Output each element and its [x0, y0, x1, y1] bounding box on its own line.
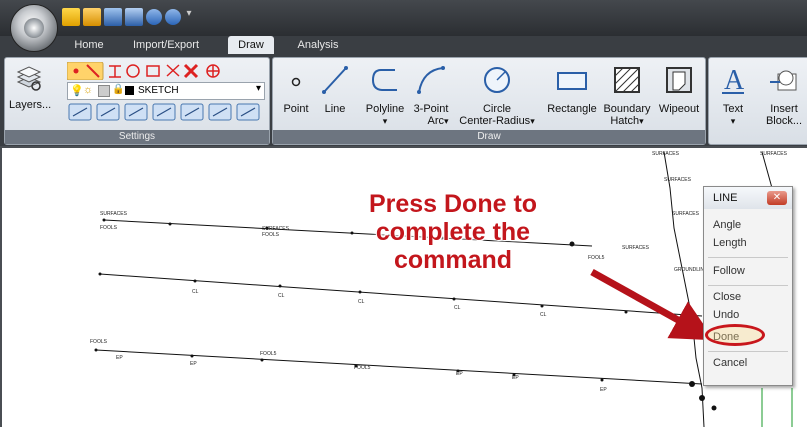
instruction-callout: Press Done to complete the command — [328, 190, 578, 274]
callout-line3: command — [393, 246, 513, 274]
menu-separator — [708, 285, 788, 286]
menu-separator — [708, 257, 788, 258]
line-command-menu: LINE ✕ Angle Length Follow Close Undo Do… — [703, 186, 793, 386]
callout-line2: complete the — [375, 218, 531, 246]
menu-title-bar: LINE ✕ — [704, 187, 792, 209]
menu-title: LINE — [713, 192, 738, 204]
close-icon[interactable]: ✕ — [767, 191, 787, 205]
arrow-icon — [590, 268, 715, 341]
done-highlight-ring — [705, 324, 765, 346]
callout-line1: Press Done to — [368, 190, 538, 218]
menu-item-angle[interactable]: Angle — [713, 219, 741, 231]
menu-item-cancel[interactable]: Cancel — [713, 357, 747, 369]
menu-item-follow[interactable]: Follow — [713, 265, 745, 277]
app-logo-icon — [24, 18, 44, 38]
menu-item-length[interactable]: Length — [713, 237, 747, 249]
app-window: ▾ Home Import/Export Draw Analysis Layer… — [0, 0, 807, 427]
menu-item-close[interactable]: Close — [713, 291, 741, 303]
menu-item-undo[interactable]: Undo — [713, 309, 739, 321]
menu-separator — [708, 351, 788, 352]
application-menu-button[interactable] — [10, 4, 58, 52]
